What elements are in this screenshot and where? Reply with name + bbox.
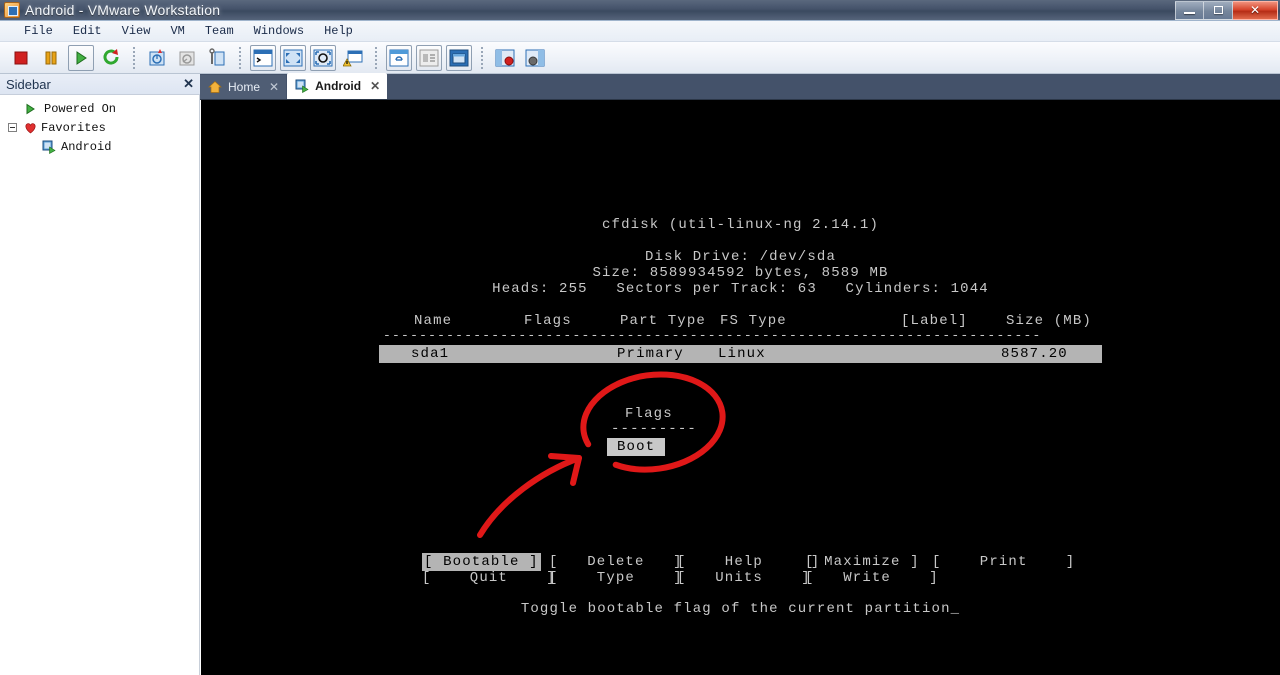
disk-drive-line: Disk Drive: /dev/sda <box>644 249 837 265</box>
close-icon[interactable]: ✕ <box>370 79 380 93</box>
snapshot-revert-icon[interactable] <box>174 45 200 71</box>
disk-size-line: Size: 8589934592 bytes, 8589 MB <box>592 265 889 281</box>
tab-label: Home <box>228 80 261 94</box>
window-titlebar: Android - VMware Workstation ✕ <box>0 0 1280 21</box>
cell-part-type: Primary <box>617 346 684 362</box>
cell-name: sda1 <box>411 346 450 362</box>
column-header-fs-type: FS Type <box>720 313 787 329</box>
sidebar-item-powered-on[interactable]: Powered On <box>0 99 199 118</box>
powered-on-icon <box>22 103 38 115</box>
red-arrow-head <box>548 453 582 486</box>
menu-bar: File Edit View VM Team Windows Help <box>0 21 1280 42</box>
menu-button-type[interactable]: [ Type ] <box>549 570 683 586</box>
reset-icon[interactable] <box>98 45 124 71</box>
menu-item-team[interactable]: Team <box>195 22 244 40</box>
home-icon <box>208 80 222 94</box>
power-off-icon[interactable] <box>8 45 34 71</box>
vm-tab-strip: Home ✕ Android ✕ <box>200 73 1280 100</box>
menu-button-bootable[interactable]: [ Bootable ] <box>422 553 541 571</box>
multiple-windows-icon[interactable] <box>446 44 472 71</box>
menu-item-view[interactable]: View <box>112 22 161 40</box>
close-icon[interactable]: ✕ <box>269 80 279 94</box>
sidebar-item-favorites[interactable]: Favorites <box>0 118 199 137</box>
expander-icon[interactable] <box>8 123 17 132</box>
favorites-heart-icon <box>21 121 39 134</box>
vm-icon <box>295 79 309 94</box>
menu-item-file[interactable]: File <box>14 22 63 40</box>
cfdisk-title: cfdisk (util-linux-ng 2.14.1) <box>602 217 879 233</box>
vmware-app-icon <box>4 2 20 18</box>
show-thumbnail-bar-icon[interactable] <box>522 45 548 71</box>
sidebar-item-label: Android <box>61 139 112 154</box>
toolbar <box>0 42 1280 74</box>
tab-android[interactable]: Android ✕ <box>287 73 388 99</box>
menu-button-print[interactable]: [ Print ] <box>932 554 1075 570</box>
cell-fs-type: Linux <box>718 346 766 362</box>
menu-button-maximize[interactable]: [ Maximize ] <box>805 554 920 570</box>
column-header-label: [Label] <box>901 313 968 329</box>
column-header-part-type: Part Type <box>620 313 706 329</box>
snapshot-manager-icon[interactable] <box>204 45 230 71</box>
toolbar-separator <box>481 46 483 69</box>
menu-item-help[interactable]: Help <box>314 22 363 40</box>
fullscreen-icon[interactable] <box>310 44 336 71</box>
summary-view-icon[interactable] <box>386 44 412 71</box>
menu-button-delete[interactable]: [ Delete ] <box>549 554 683 570</box>
menu-button-units[interactable]: [ Units ] <box>677 570 811 586</box>
vm-icon <box>40 140 58 154</box>
snapshot-take-icon[interactable] <box>144 45 170 71</box>
flags-dialog-title: Flags <box>625 406 673 422</box>
maximize-button[interactable] <box>1204 0 1233 20</box>
flags-dialog-rule: --------- <box>611 421 697 437</box>
sidebar-item-label: Favorites <box>41 120 106 135</box>
flags-option-boot[interactable]: Boot <box>607 438 666 456</box>
toolbar-separator <box>239 46 241 69</box>
red-arrow-shaft <box>477 455 582 538</box>
console-view-icon[interactable] <box>250 44 276 71</box>
tab-label: Android <box>315 79 362 93</box>
toolbar-separator <box>133 46 135 69</box>
menu-button-quit[interactable]: [ Quit ] <box>422 570 556 586</box>
suspend-icon[interactable] <box>38 45 64 71</box>
disk-geometry-line: Heads: 255 Sectors per Track: 63 Cylinde… <box>492 281 989 297</box>
column-header-name: Name <box>414 313 453 329</box>
sidebar-item-label: Powered On <box>44 101 117 116</box>
sidebar-item-android[interactable]: Android <box>0 137 199 156</box>
sidebar-title: Sidebar <box>6 76 51 92</box>
close-button[interactable]: ✕ <box>1233 0 1278 20</box>
table-separator: ----------------------------------------… <box>383 328 1042 343</box>
sidebar-header: Sidebar ✕ <box>0 74 200 95</box>
quick-switch-icon[interactable] <box>340 45 366 71</box>
thumbnail-view-icon[interactable] <box>416 44 442 71</box>
fit-guest-icon[interactable] <box>280 44 306 71</box>
window-title: Android - VMware Workstation <box>25 2 221 18</box>
cell-size: 8587.20 <box>1001 346 1068 362</box>
power-on-icon[interactable] <box>68 44 94 71</box>
close-icon[interactable]: ✕ <box>183 76 194 92</box>
vm-console[interactable]: cfdisk (util-linux-ng 2.14.1) Disk Drive… <box>201 100 1280 675</box>
show-sidebar-icon[interactable] <box>492 45 518 71</box>
toolbar-separator <box>375 46 377 69</box>
menu-item-edit[interactable]: Edit <box>63 22 112 40</box>
menu-item-windows[interactable]: Windows <box>244 22 314 40</box>
menu-item-vm[interactable]: VM <box>160 22 194 40</box>
column-header-flags: Flags <box>524 313 572 329</box>
annotation-overlay <box>477 371 726 538</box>
menu-button-help[interactable]: [ Help ] <box>677 554 820 570</box>
table-row[interactable]: sda1 Primary Linux 8587.20 <box>379 345 1102 363</box>
window-controls: ✕ <box>1175 0 1278 20</box>
status-line: Toggle bootable flag of the current part… <box>520 601 961 617</box>
tab-home[interactable]: Home ✕ <box>200 75 287 99</box>
column-header-size: Size (MB) <box>1006 313 1092 329</box>
minimize-button[interactable] <box>1175 0 1204 20</box>
sidebar-panel: Sidebar ✕ Powered On Favorites Android <box>0 74 200 675</box>
menu-button-write[interactable]: [ Write ] <box>805 570 939 586</box>
